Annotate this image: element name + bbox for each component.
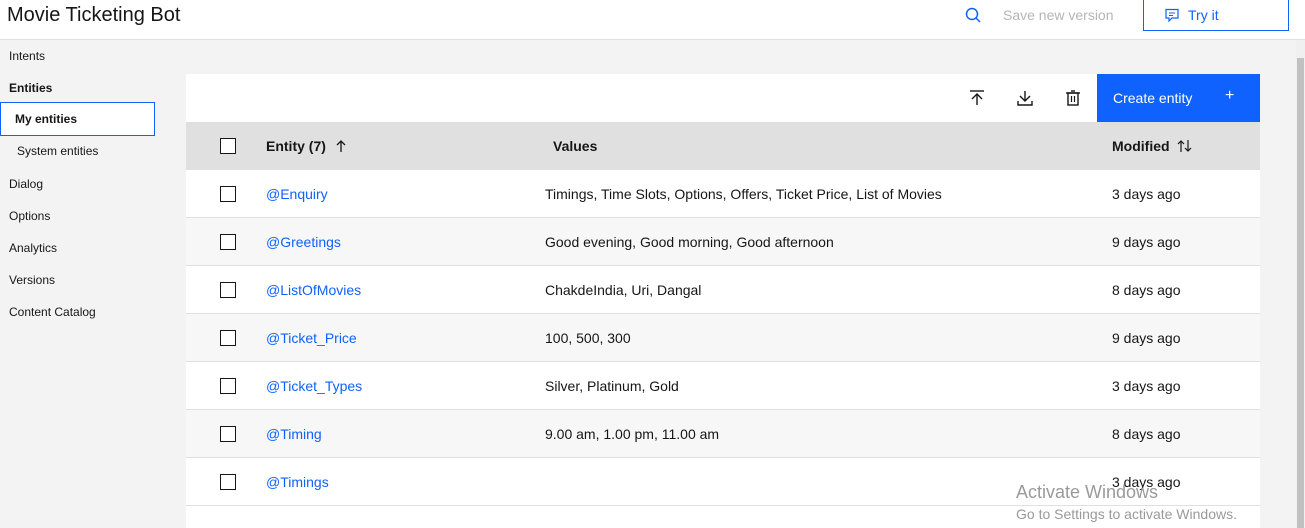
app-header: Movie Ticketing Bot Save new version Try… [0, 0, 1305, 40]
entity-name-link[interactable]: @Timing [266, 426, 322, 442]
table-row[interactable]: @Ticket_Price 100, 500, 300 9 days ago [186, 314, 1260, 362]
select-all-checkbox[interactable] [220, 138, 236, 154]
watermark-title: Activate Windows [1016, 482, 1159, 502]
sidebar-item-label: My entities [15, 112, 78, 126]
row-checkbox[interactable] [220, 426, 236, 442]
try-it-label: Try it [1188, 7, 1219, 23]
entity-modified: 3 days ago [1112, 186, 1181, 202]
entity-modified: 9 days ago [1112, 234, 1181, 250]
page-title: Movie Ticketing Bot [7, 4, 181, 26]
sidebar-item-options[interactable]: Options [9, 209, 50, 223]
sort-icon[interactable] [1177, 139, 1193, 153]
sidebar-item-entities[interactable]: Entities [9, 81, 52, 95]
table-row[interactable]: @ListOfMovies ChakdeIndia, Uri, Dangal 8… [186, 266, 1260, 314]
table-row[interactable]: @Enquiry Timings, Time Slots, Options, O… [186, 170, 1260, 218]
entity-values: 100, 500, 300 [545, 330, 631, 346]
entities-panel: Create entity + Entity (7) Values Modifi… [186, 74, 1260, 528]
sidebar-item-system-entities[interactable]: System entities [0, 134, 155, 168]
row-checkbox[interactable] [220, 186, 236, 202]
download-icon[interactable] [1015, 88, 1035, 108]
create-entity-label: Create entity [1113, 90, 1193, 106]
entity-name-link[interactable]: @Timings [266, 474, 329, 490]
table-row[interactable]: @Ticket_Types Silver, Platinum, Gold 3 d… [186, 362, 1260, 410]
toolbar: Create entity + [186, 74, 1260, 122]
row-checkbox[interactable] [220, 378, 236, 394]
entity-values: 9.00 am, 1.00 pm, 11.00 am [545, 426, 720, 442]
chat-icon [1165, 8, 1179, 23]
search-button[interactable] [963, 5, 985, 27]
create-entity-button[interactable]: Create entity + [1097, 74, 1260, 122]
plus-icon: + [1225, 87, 1235, 104]
sidebar: Intents Entities My entities System enti… [0, 40, 160, 528]
sort-ascending-icon[interactable] [334, 139, 348, 153]
entity-name-link[interactable]: @Ticket_Types [266, 378, 362, 394]
sidebar-item-intents[interactable]: Intents [9, 49, 45, 63]
entity-values: ChakdeIndia, Uri, Dangal [545, 282, 702, 298]
entity-modified: 3 days ago [1112, 378, 1181, 394]
sidebar-item-my-entities[interactable]: My entities [0, 102, 155, 136]
sidebar-item-dialog[interactable]: Dialog [9, 177, 43, 191]
table-header: Entity (7) Values Modified [186, 122, 1260, 170]
entity-name-link[interactable]: @Ticket_Price [266, 330, 357, 346]
search-icon [965, 7, 981, 23]
watermark-subtitle: Go to Settings to activate Windows. [1016, 506, 1237, 522]
table-row[interactable]: @Greetings Good evening, Good morning, G… [186, 218, 1260, 266]
values-column-header: Values [553, 138, 598, 154]
entity-modified: 9 days ago [1112, 330, 1181, 346]
entity-modified: 8 days ago [1112, 282, 1181, 298]
row-checkbox[interactable] [220, 474, 236, 490]
row-checkbox[interactable] [220, 330, 236, 346]
row-checkbox[interactable] [220, 234, 236, 250]
modified-column-label: Modified [1112, 138, 1170, 154]
upload-icon[interactable] [967, 88, 987, 108]
entity-modified: 8 days ago [1112, 426, 1181, 442]
sidebar-item-versions[interactable]: Versions [9, 273, 55, 287]
activate-windows-watermark: Activate Windows Go to Settings to activ… [1016, 482, 1237, 522]
save-new-version-button[interactable]: Save new version [1003, 7, 1114, 23]
scrollbar-thumb[interactable] [1297, 58, 1304, 528]
sidebar-item-label: System entities [17, 144, 99, 158]
entity-name-link[interactable]: @Greetings [266, 234, 341, 250]
modified-column-header[interactable]: Modified [1112, 138, 1193, 154]
entity-column-header[interactable]: Entity (7) [266, 138, 348, 154]
page-scrollbar[interactable] [1296, 40, 1305, 528]
trash-icon[interactable] [1063, 88, 1083, 108]
entity-values: Silver, Platinum, Gold [545, 378, 679, 394]
entity-values: Timings, Time Slots, Options, Offers, Ti… [545, 186, 942, 202]
row-checkbox[interactable] [220, 282, 236, 298]
sidebar-item-content-catalog[interactable]: Content Catalog [9, 305, 96, 319]
entity-column-label: Entity (7) [266, 138, 326, 154]
entity-name-link[interactable]: @Enquiry [266, 186, 328, 202]
table-row[interactable]: @Timing 9.00 am, 1.00 pm, 11.00 am 8 day… [186, 410, 1260, 458]
sidebar-item-analytics[interactable]: Analytics [9, 241, 57, 255]
try-it-button[interactable]: Try it [1143, 0, 1289, 31]
entity-values: Good evening, Good morning, Good afterno… [545, 234, 834, 250]
entity-name-link[interactable]: @ListOfMovies [266, 282, 361, 298]
